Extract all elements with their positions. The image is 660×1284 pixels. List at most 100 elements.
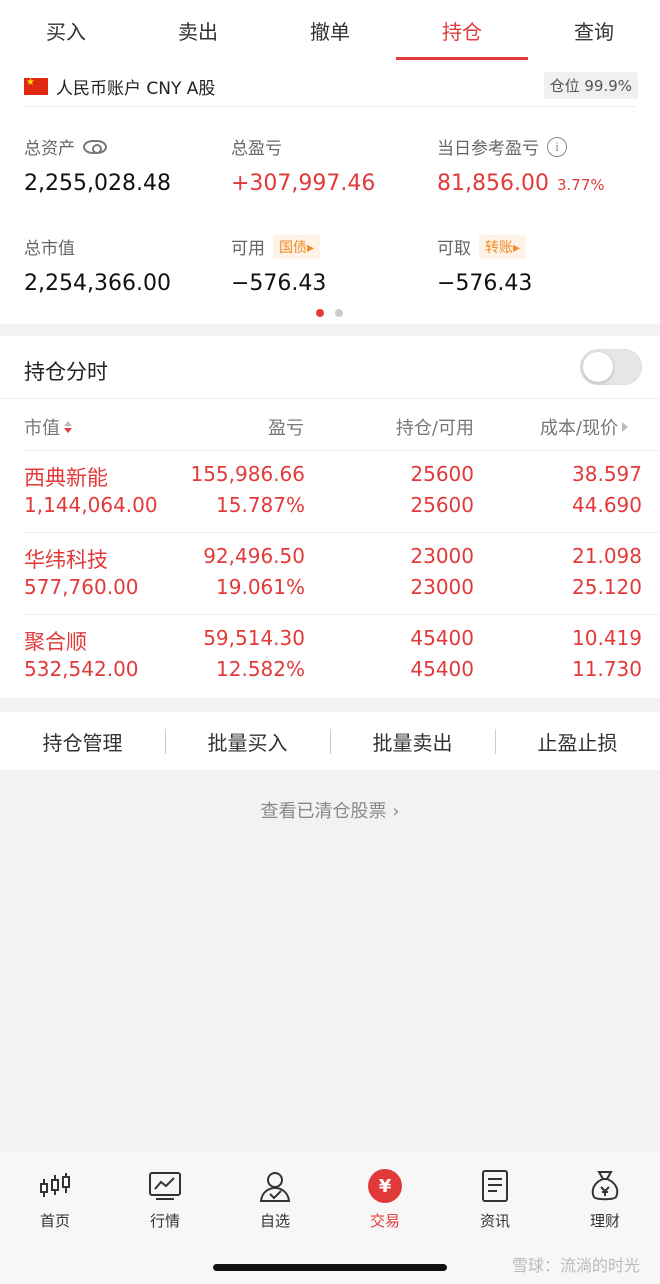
yuan-coin-icon: ¥ [367, 1168, 403, 1204]
tab-holdings[interactable]: 持仓 [396, 0, 528, 60]
column-header-market-value-label: 市值 [24, 418, 60, 439]
account-name: 人民币账户 CNY A股 [56, 79, 216, 99]
document-icon [477, 1168, 513, 1204]
view-cleared-stocks-link[interactable]: 查看已清仓股票 › [0, 797, 660, 823]
page-indicator [316, 309, 354, 317]
total-assets-label: 总资产 [24, 134, 107, 159]
withdrawable-label: 可取 转账▸ [437, 234, 527, 259]
transfer-chip[interactable]: 转账▸ [479, 234, 527, 259]
total-assets-label-text: 总资产 [24, 139, 75, 159]
nav-trade[interactable]: ¥ 交易 [350, 1168, 420, 1231]
batch-sell-button[interactable]: 批量卖出 [330, 727, 495, 756]
column-header-cost-price-label: 成本/现价 [540, 418, 619, 439]
page-dot [335, 309, 343, 317]
day-pnl-amount: 81,856.00 [437, 171, 549, 196]
nav-trade-label: 交易 [369, 1212, 400, 1230]
nav-wealth[interactable]: 理财 [570, 1168, 640, 1231]
stock-cost: 21.098 [572, 544, 642, 568]
stock-position: 45400 [410, 626, 474, 650]
stock-price: 11.730 [572, 657, 642, 681]
money-bag-icon [587, 1168, 623, 1204]
stock-available: 25600 [410, 493, 474, 517]
column-header-pnl[interactable]: 盈亏 [262, 414, 304, 440]
nav-watchlist-label: 自选 [259, 1212, 290, 1230]
total-assets-value: 2,255,028.48 [24, 171, 171, 196]
stock-price: 44.690 [572, 493, 642, 517]
stock-pnl-percent: 19.061% [216, 575, 305, 599]
holdings-panel: 持仓分时 市值 盈亏 持仓/可用 成本/现价 西典新能 1,144,064.00… [0, 336, 660, 698]
user-check-icon [257, 1168, 293, 1204]
china-flag-icon [24, 76, 48, 95]
day-pnl-label: 当日参考盈亏 i [437, 134, 567, 159]
tab-query[interactable]: 查询 [528, 0, 660, 60]
nav-news[interactable]: 资讯 [460, 1168, 530, 1231]
stock-name: 华纬科技 [24, 548, 108, 572]
stock-position: 25600 [410, 462, 474, 486]
divider [24, 106, 636, 107]
day-pnl-value: 81,856.00 3.77% [437, 171, 605, 196]
stop-profit-loss-button[interactable]: 止盈止损 [495, 727, 660, 756]
account-summary-card: 人民币账户 CNY A股 仓位 99.9% 总资产 2,255,028.48 总… [0, 60, 660, 324]
table-row[interactable]: 华纬科技 577,760.00 92,496.50 19.061% 23000 … [0, 532, 660, 614]
stock-price: 25.120 [572, 575, 642, 599]
day-pnl-percent: 3.77% [556, 176, 605, 194]
available-label-text: 可用 [231, 239, 265, 259]
treasury-bond-chip[interactable]: 国债▸ [273, 234, 321, 259]
candlestick-icon [37, 1168, 73, 1204]
day-pnl-label-text: 当日参考盈亏 [437, 139, 539, 159]
transfer-chip-label: 转账 [485, 239, 513, 256]
batch-buy-button[interactable]: 批量买入 [165, 727, 330, 756]
available-value: −576.43 [231, 271, 327, 296]
divider [0, 398, 660, 399]
column-header-market-value[interactable]: 市值 [24, 414, 72, 440]
withdrawable-label-text: 可取 [437, 239, 471, 259]
nav-wealth-label: 理财 [589, 1212, 620, 1230]
stock-name: 聚合顺 [24, 630, 87, 654]
stock-market-value: 577,760.00 [24, 575, 139, 599]
market-value-label: 总市值 [24, 239, 75, 259]
nav-market-label: 行情 [149, 1212, 180, 1230]
holdings-title: 持仓分时 [24, 360, 108, 384]
stock-available: 45400 [410, 657, 474, 681]
stock-cost: 38.597 [572, 462, 642, 486]
sort-icon [64, 421, 72, 433]
stock-position: 23000 [410, 544, 474, 568]
tab-sell[interactable]: 卖出 [132, 0, 264, 60]
treasury-bond-chip-label: 国债 [279, 239, 307, 256]
intraday-toggle[interactable] [580, 349, 642, 385]
nav-market[interactable]: 行情 [130, 1168, 200, 1231]
stock-name: 西典新能 [24, 466, 108, 490]
stock-pnl-percent: 12.582% [216, 657, 305, 681]
total-pnl-value: +307,997.46 [231, 171, 376, 196]
stock-cost: 10.419 [572, 626, 642, 650]
stock-market-value: 1,144,064.00 [24, 493, 158, 517]
holdings-action-bar: 持仓管理 批量买入 批量卖出 止盈止损 [0, 712, 660, 770]
nav-watchlist[interactable]: 自选 [240, 1168, 310, 1231]
total-pnl-label: 总盈亏 [231, 139, 282, 159]
stock-pnl: 92,496.50 [203, 544, 305, 568]
manage-holdings-button[interactable]: 持仓管理 [0, 727, 165, 756]
table-row[interactable]: 聚合顺 532,542.00 59,514.30 12.582% 45400 4… [0, 614, 660, 696]
position-ratio-badge: 仓位 99.9% [543, 72, 638, 99]
table-row[interactable]: 西典新能 1,144,064.00 155,986.66 15.787% 256… [0, 450, 660, 532]
account-selector[interactable]: 人民币账户 CNY A股 [24, 74, 215, 99]
top-tabs: 买入 卖出 撤单 持仓 查询 [0, 0, 660, 60]
market-value-value: 2,254,366.00 [24, 271, 171, 296]
info-icon[interactable]: i [547, 136, 567, 157]
column-header-position[interactable]: 持仓/可用 [374, 414, 474, 440]
home-indicator[interactable] [213, 1264, 447, 1271]
stock-pnl-percent: 15.787% [216, 493, 305, 517]
stock-available: 23000 [410, 575, 474, 599]
page-dot-active [316, 309, 324, 317]
withdrawable-value: −576.43 [437, 271, 533, 296]
tab-cancel[interactable]: 撤单 [264, 0, 396, 60]
chevron-right-icon [622, 422, 629, 432]
stock-market-value: 532,542.00 [24, 657, 139, 681]
stock-pnl: 59,514.30 [203, 626, 305, 650]
tab-buy[interactable]: 买入 [0, 0, 132, 60]
column-header-cost-price[interactable]: 成本/现价 [540, 414, 629, 440]
chart-icon [147, 1168, 183, 1204]
watermark: 雪球：流淌的时光 [511, 1256, 640, 1275]
nav-home[interactable]: 首页 [20, 1168, 90, 1231]
eye-icon[interactable] [83, 139, 107, 154]
